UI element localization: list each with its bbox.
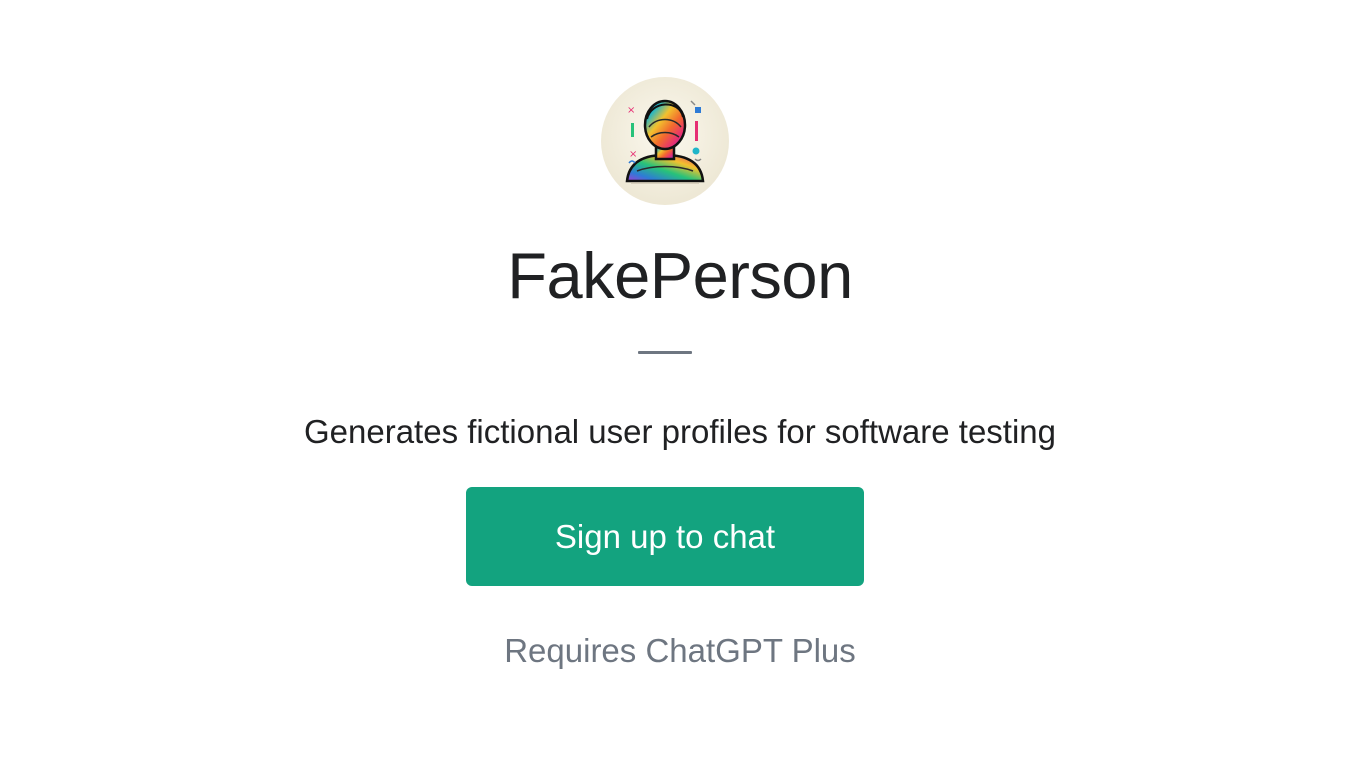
sign-up-button[interactable]: Sign up to chat xyxy=(466,487,864,586)
gpt-title: FakePerson xyxy=(507,239,853,312)
gpt-landing-page: × × FakePerson Generates fictional user … xyxy=(0,0,1360,764)
title-divider xyxy=(638,351,692,354)
rainbow-person-icon: × × xyxy=(601,77,729,205)
svg-text:×: × xyxy=(627,105,635,116)
gpt-description: Generates fictional user profiles for so… xyxy=(303,413,1057,450)
gpt-avatar: × × xyxy=(601,77,729,205)
svg-text:×: × xyxy=(629,149,637,160)
plan-requirement-text: Requires ChatGPT Plus xyxy=(504,632,856,669)
